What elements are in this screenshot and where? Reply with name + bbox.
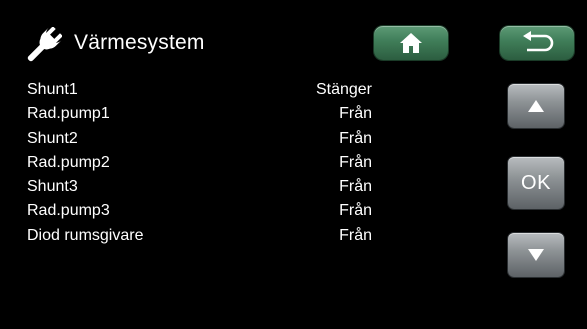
item-label: Diod rumsgivare — [27, 226, 144, 244]
item-label: Rad.pump3 — [27, 202, 110, 220]
item-label: Rad.pump2 — [27, 153, 110, 171]
arrow-down-icon — [528, 249, 544, 261]
home-button[interactable] — [374, 26, 448, 60]
list-item: Rad.pump3 Från — [27, 199, 372, 223]
item-label: Shunt1 — [27, 81, 78, 98]
item-value: Från — [339, 153, 372, 171]
item-value: Från — [339, 226, 372, 244]
list-item: Shunt2 Från — [27, 127, 372, 151]
item-value: Från — [339, 178, 372, 196]
arrow-up-icon — [528, 100, 544, 112]
list-item: Rad.pump2 Från — [27, 151, 372, 175]
item-value: Stänger — [315, 81, 372, 98]
screen: Värmesystem Shunt1 Stänger Rad.pump1 Frå… — [0, 0, 587, 329]
item-value: Från — [339, 202, 372, 220]
list-item: Shunt3 Från — [27, 175, 372, 199]
scroll-down-button[interactable] — [508, 233, 564, 277]
home-icon — [400, 33, 422, 53]
wrench-icon — [27, 27, 62, 62]
item-value: Från — [339, 129, 372, 147]
ok-label: OK — [521, 171, 551, 194]
back-arrow-icon — [523, 31, 554, 52]
item-label: Shunt2 — [27, 129, 78, 147]
list-item: Shunt1 Stänger — [27, 78, 372, 102]
scroll-up-button[interactable] — [508, 84, 564, 128]
list-item: Diod rumsgivare Från — [27, 224, 372, 248]
item-label: Shunt3 — [27, 178, 78, 196]
ok-button[interactable]: OK — [508, 157, 564, 209]
page-title: Värmesystem — [74, 31, 205, 54]
item-value: Från — [339, 105, 372, 123]
status-list: Shunt1 Stänger Rad.pump1 Från Shunt2 Frå… — [27, 78, 372, 248]
item-label: Rad.pump1 — [27, 105, 110, 123]
back-button[interactable] — [500, 26, 574, 60]
list-item: Rad.pump1 Från — [27, 102, 372, 126]
